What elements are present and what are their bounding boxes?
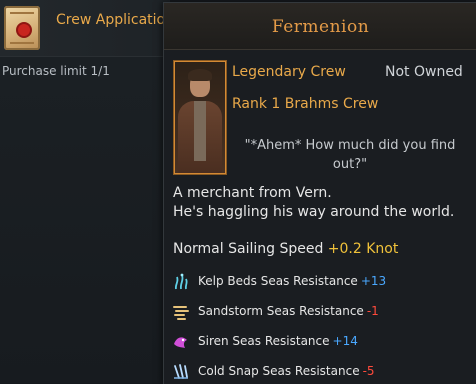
sandstorm-icon (173, 306, 189, 320)
resistance-value: -1 (366, 304, 379, 318)
shop-item-header: Crew Application (0, 0, 174, 57)
resistance-row-siren: Siren Seas Resistance +14 (171, 331, 471, 353)
resistance-value: +13 (360, 274, 387, 288)
speed-value: +0.2 Knot (327, 241, 399, 257)
description-line: He's haggling his way around the world. (173, 204, 455, 220)
sailing-speed-stat: Normal Sailing Speed +0.2 Knot (173, 241, 398, 257)
crew-description: A merchant from Vern. He's haggling his … (173, 184, 473, 222)
purchase-limit: Purchase limit 1/1 (2, 64, 110, 78)
resistance-row-kelp-beds: Kelp Beds Seas Resistance +13 (171, 271, 471, 293)
speed-label: Normal Sailing Speed (173, 241, 324, 257)
wax-seal-icon (18, 24, 30, 36)
portrait-scarf (194, 101, 206, 161)
resistance-row-cold-snap: Cold Snap Seas Resistance -5 (171, 361, 471, 383)
crew-tooltip: Fermenion Legendary Crew Not Owned Rank … (163, 2, 476, 384)
kelp-beds-icon (174, 273, 188, 290)
crew-quote: "*Ahem* How much did you find out?" (244, 138, 456, 172)
crew-application-scroll-icon (4, 6, 40, 50)
resistance-text: Siren Seas Resistance +14 (198, 334, 358, 348)
crew-portrait (173, 60, 227, 175)
portrait-hair (188, 69, 212, 81)
shop-item-title: Crew Application (56, 12, 174, 28)
description-line: A merchant from Vern. (173, 185, 332, 201)
resistance-value: -5 (362, 364, 375, 378)
tooltip-header: Fermenion (164, 3, 476, 50)
resistance-value: +14 (332, 334, 358, 348)
crew-name: Fermenion (271, 17, 370, 37)
resistance-text: Kelp Beds Seas Resistance +13 (198, 274, 387, 288)
owned-status: Not Owned (385, 64, 463, 80)
resistance-text: Sandstorm Seas Resistance -1 (198, 304, 379, 318)
shop-item-card[interactable]: Crew Application Purchase limit 1/1 (0, 0, 174, 383)
crew-grade: Legendary Crew (232, 64, 346, 80)
siren-icon (174, 337, 187, 348)
crew-rank: Rank 1 Brahms Crew (232, 96, 379, 112)
cold-snap-icon (174, 364, 188, 379)
resistance-row-sandstorm: Sandstorm Seas Resistance -1 (171, 301, 471, 323)
resistance-text: Cold Snap Seas Resistance -5 (198, 364, 375, 378)
